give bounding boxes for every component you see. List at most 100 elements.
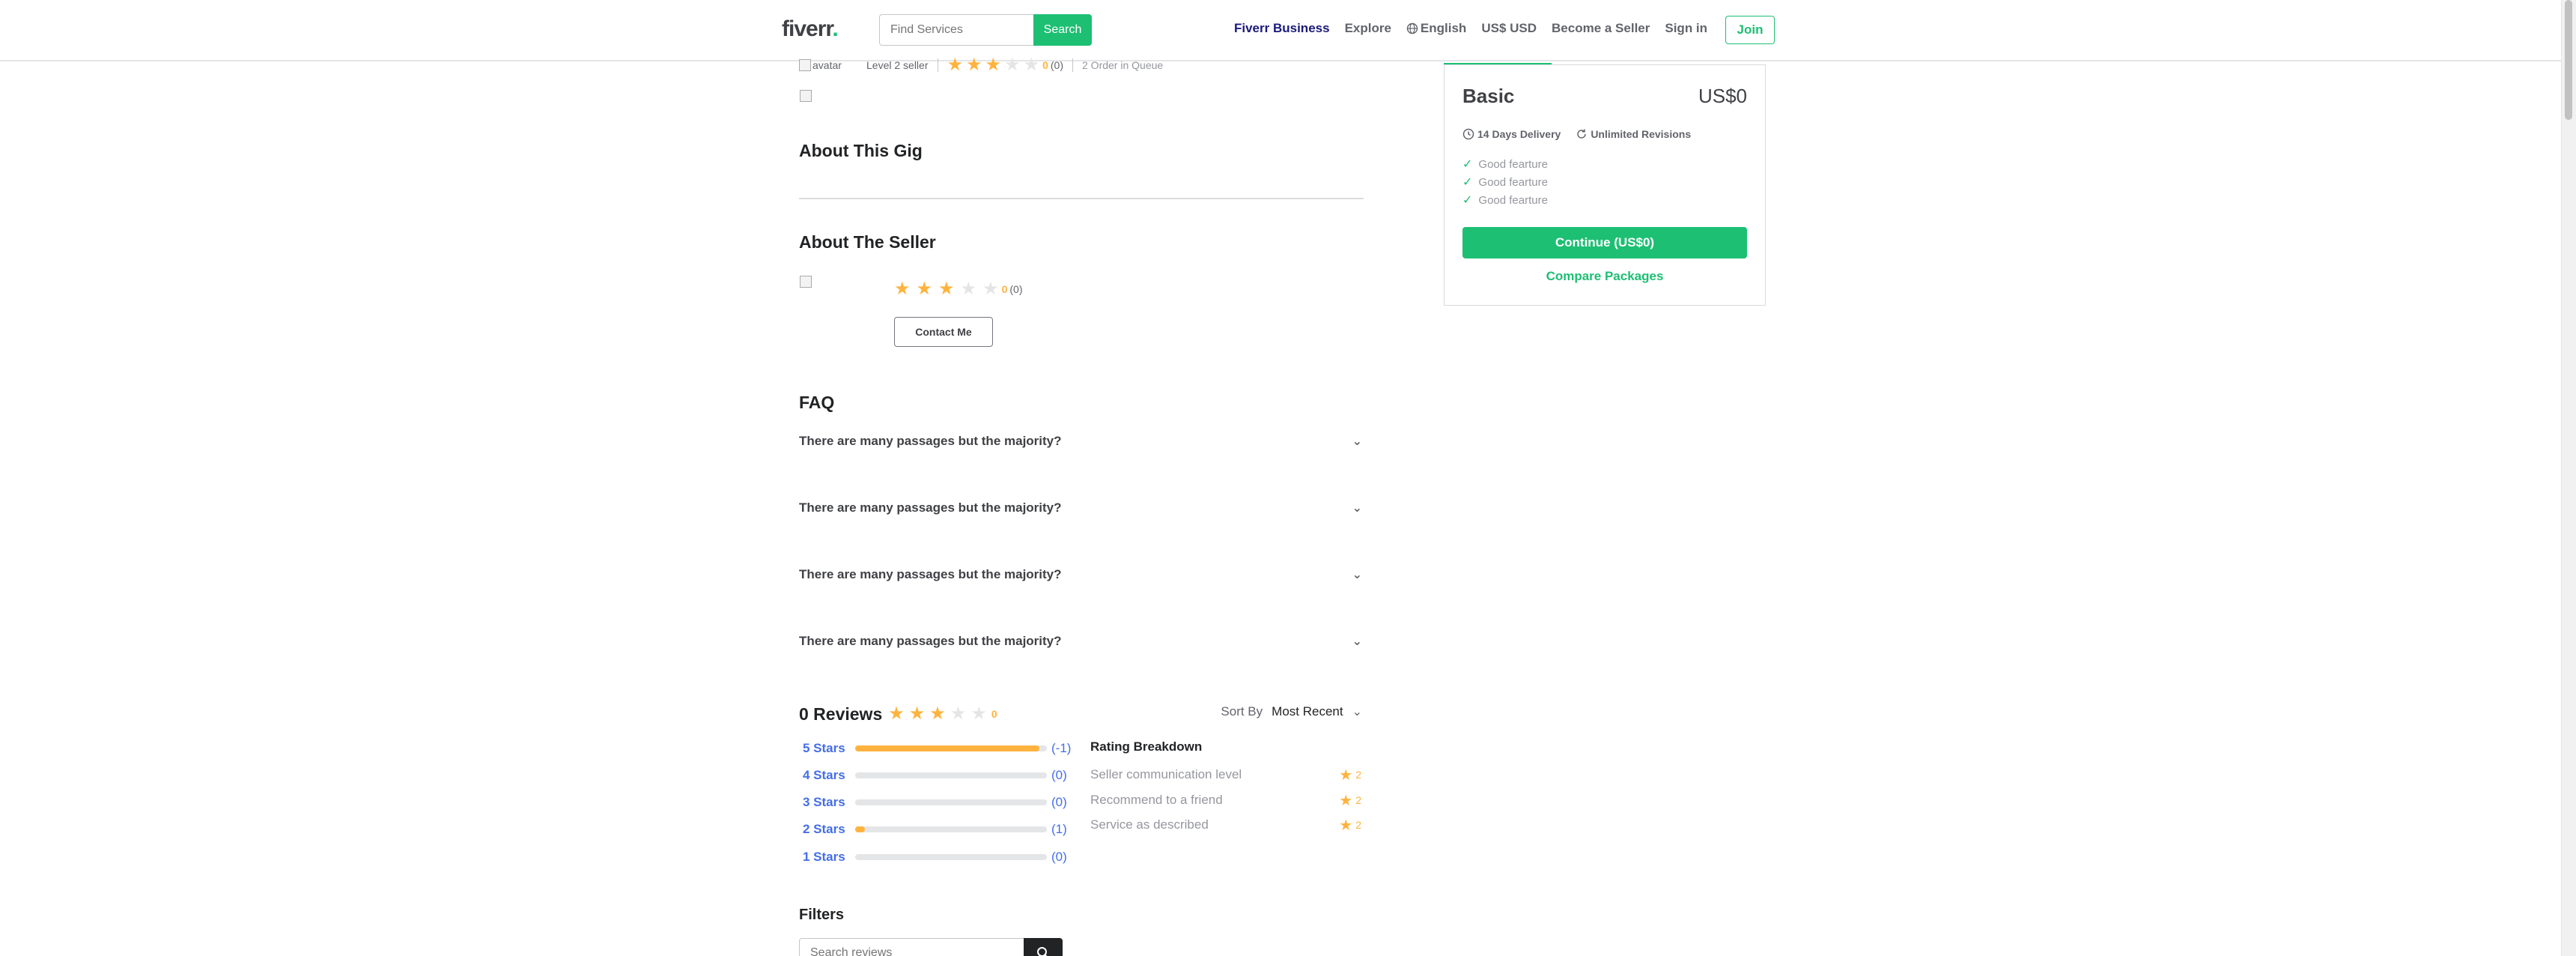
breakdown-label: Seller communication level	[1090, 767, 1242, 781]
star-icon: ★	[938, 279, 955, 299]
feature-item: ✓ Good fearture	[1462, 193, 1548, 208]
review-search-input[interactable]	[799, 938, 1024, 956]
search-input[interactable]	[879, 14, 1033, 46]
faq-item[interactable]: There are many passages but the majority…	[799, 429, 1364, 453]
search-button[interactable]: Search	[1033, 14, 1092, 46]
star-filter-label[interactable]: 5 Stars	[803, 741, 855, 756]
seller-level: Level 2 seller	[866, 59, 929, 71]
star-icon: ★	[1023, 55, 1040, 75]
rating-breakdown-title: Rating Breakdown	[1090, 739, 1203, 754]
reviews-rating-value: 0	[991, 708, 997, 720]
language-label: English	[1420, 21, 1467, 35]
nav-fiverr-business[interactable]: Fiverr Business	[1234, 21, 1330, 36]
seller-rating-value: 0	[1042, 59, 1048, 71]
breakdown-row: Seller communication level ★ 2	[1090, 766, 1361, 784]
delivery-time: 14 Days Delivery	[1477, 128, 1561, 140]
reviews-title: 0 Reviews	[799, 704, 883, 724]
star-filter-count: (-1)	[1051, 741, 1072, 755]
rating-progress-bar	[855, 772, 1047, 778]
star-filter-count: (1)	[1051, 822, 1067, 836]
breakdown-label: Recommend to a friend	[1090, 793, 1223, 807]
rating-progress-bar	[855, 854, 1047, 860]
star-filter-row[interactable]: 4 Stars (0)	[803, 766, 1072, 785]
rating-progress-fill	[855, 826, 865, 832]
section-divider	[799, 198, 1364, 199]
nav-become-seller[interactable]: Become a Seller	[1552, 21, 1650, 36]
continue-button[interactable]: Continue (US$0)	[1462, 227, 1747, 258]
package-price: US$0	[1698, 85, 1747, 107]
nav-sign-in[interactable]: Sign in	[1665, 21, 1707, 36]
review-search-button[interactable]	[1024, 938, 1063, 956]
about-seller-rating: ★ ★ ★ ★ ★ 0 (0)	[894, 280, 1023, 298]
reviews-stars: ★ ★ ★ ★ ★	[888, 705, 991, 723]
sort-by-label: Sort By	[1221, 704, 1263, 718]
star-icon: ★	[888, 704, 905, 724]
star-filter-count: (0)	[1051, 850, 1067, 864]
scrollbar-thumb[interactable]	[2565, 0, 2572, 120]
breakdown-value: 2	[1355, 794, 1361, 806]
faq-question: There are many passages but the majority…	[799, 434, 1062, 448]
about-gig-title: About This Gig	[799, 141, 923, 160]
orders-in-queue: 2 Order in Queue	[1082, 59, 1164, 71]
globe-icon	[1406, 22, 1418, 34]
seller-profile-image[interactable]	[800, 276, 813, 288]
seller-overview: avatar Level 2 seller ★ ★ ★ ★ ★ 0 (0) 2 …	[799, 56, 1218, 74]
seller-rating-count: (0)	[1050, 59, 1063, 71]
star-filter-row[interactable]: 1 Stars (0)	[803, 847, 1072, 867]
faq-question: There are many passages but the majority…	[799, 567, 1062, 581]
gig-image	[800, 90, 813, 102]
star-filter-label[interactable]: 2 Stars	[803, 822, 855, 837]
about-seller-rating-value: 0	[1001, 283, 1008, 295]
join-button[interactable]: Join	[1725, 16, 1775, 44]
page-scrollbar[interactable]	[2561, 0, 2576, 956]
faq-question: There are many passages but the majority…	[799, 500, 1062, 515]
nav-explore[interactable]: Explore	[1345, 21, 1391, 36]
rating-progress-bar	[855, 799, 1047, 805]
star-icon: ★	[1339, 766, 1353, 784]
star-icon: ★	[960, 279, 977, 299]
faq-item[interactable]: There are many passages but the majority…	[799, 496, 1364, 520]
star-filter-label[interactable]: 1 Stars	[803, 850, 855, 865]
star-icon: ★	[894, 279, 911, 299]
chevron-down-icon[interactable]: ⌄	[1352, 704, 1362, 719]
star-filter-label[interactable]: 3 Stars	[803, 795, 855, 810]
nav-currency[interactable]: US$ USD	[1481, 21, 1537, 36]
fiverr-logo[interactable]: fiverr.	[782, 16, 839, 42]
seller-avatar[interactable]: avatar	[799, 59, 866, 71]
chevron-down-icon: ⌄	[1352, 569, 1362, 581]
star-filter-row[interactable]: 3 Stars (0)	[803, 793, 1072, 812]
star-icon: ★	[947, 55, 964, 75]
check-icon: ✓	[1462, 194, 1473, 207]
about-seller-stars: ★ ★ ★ ★ ★	[894, 280, 1002, 298]
package-meta: 14 Days Delivery Unlimited Revisions	[1462, 128, 1691, 140]
star-icon: ★	[1004, 55, 1021, 75]
rating-progress-fill	[855, 745, 1039, 751]
seller-rating-stars: ★ ★ ★ ★ ★	[947, 56, 1043, 74]
star-filter-label[interactable]: 4 Stars	[803, 768, 855, 783]
package-card: Basic US$0 14 Days Delivery Unlimited Re…	[1444, 64, 1766, 306]
package-features: ✓ Good fearture ✓ Good fearture ✓ Good fear…	[1462, 155, 1548, 209]
about-seller-title: About The Seller	[799, 232, 936, 252]
top-header: fiverr. Search Fiverr Business Explore E…	[0, 0, 2561, 61]
contact-me-button[interactable]: Contact Me	[894, 317, 993, 347]
star-filter-row[interactable]: 5 Stars (-1)	[803, 739, 1072, 758]
star-filter-row[interactable]: 2 Stars (1)	[803, 820, 1072, 839]
compare-packages-link[interactable]: Compare Packages	[1445, 269, 1765, 284]
breakdown-label: Service as described	[1090, 817, 1209, 832]
sort-select[interactable]: Most Recent	[1272, 704, 1343, 719]
star-filter-count: (0)	[1051, 795, 1067, 809]
check-icon: ✓	[1462, 176, 1473, 189]
star-icon: ★	[982, 279, 999, 299]
star-icon: ★	[908, 704, 926, 724]
revisions: Unlimited Revisions	[1591, 128, 1692, 140]
star-icon: ★	[985, 55, 1002, 75]
breakdown-row: Recommend to a friend ★ 2	[1090, 791, 1361, 809]
faq-title: FAQ	[799, 393, 835, 412]
faq-item[interactable]: There are many passages but the majority…	[799, 629, 1364, 653]
breakdown-value: 2	[1355, 819, 1361, 831]
review-search	[799, 938, 1063, 956]
nav-language[interactable]: English	[1406, 21, 1466, 36]
faq-item[interactable]: There are many passages but the majority…	[799, 563, 1364, 587]
star-icon: ★	[1339, 792, 1353, 809]
check-icon: ✓	[1462, 158, 1473, 171]
